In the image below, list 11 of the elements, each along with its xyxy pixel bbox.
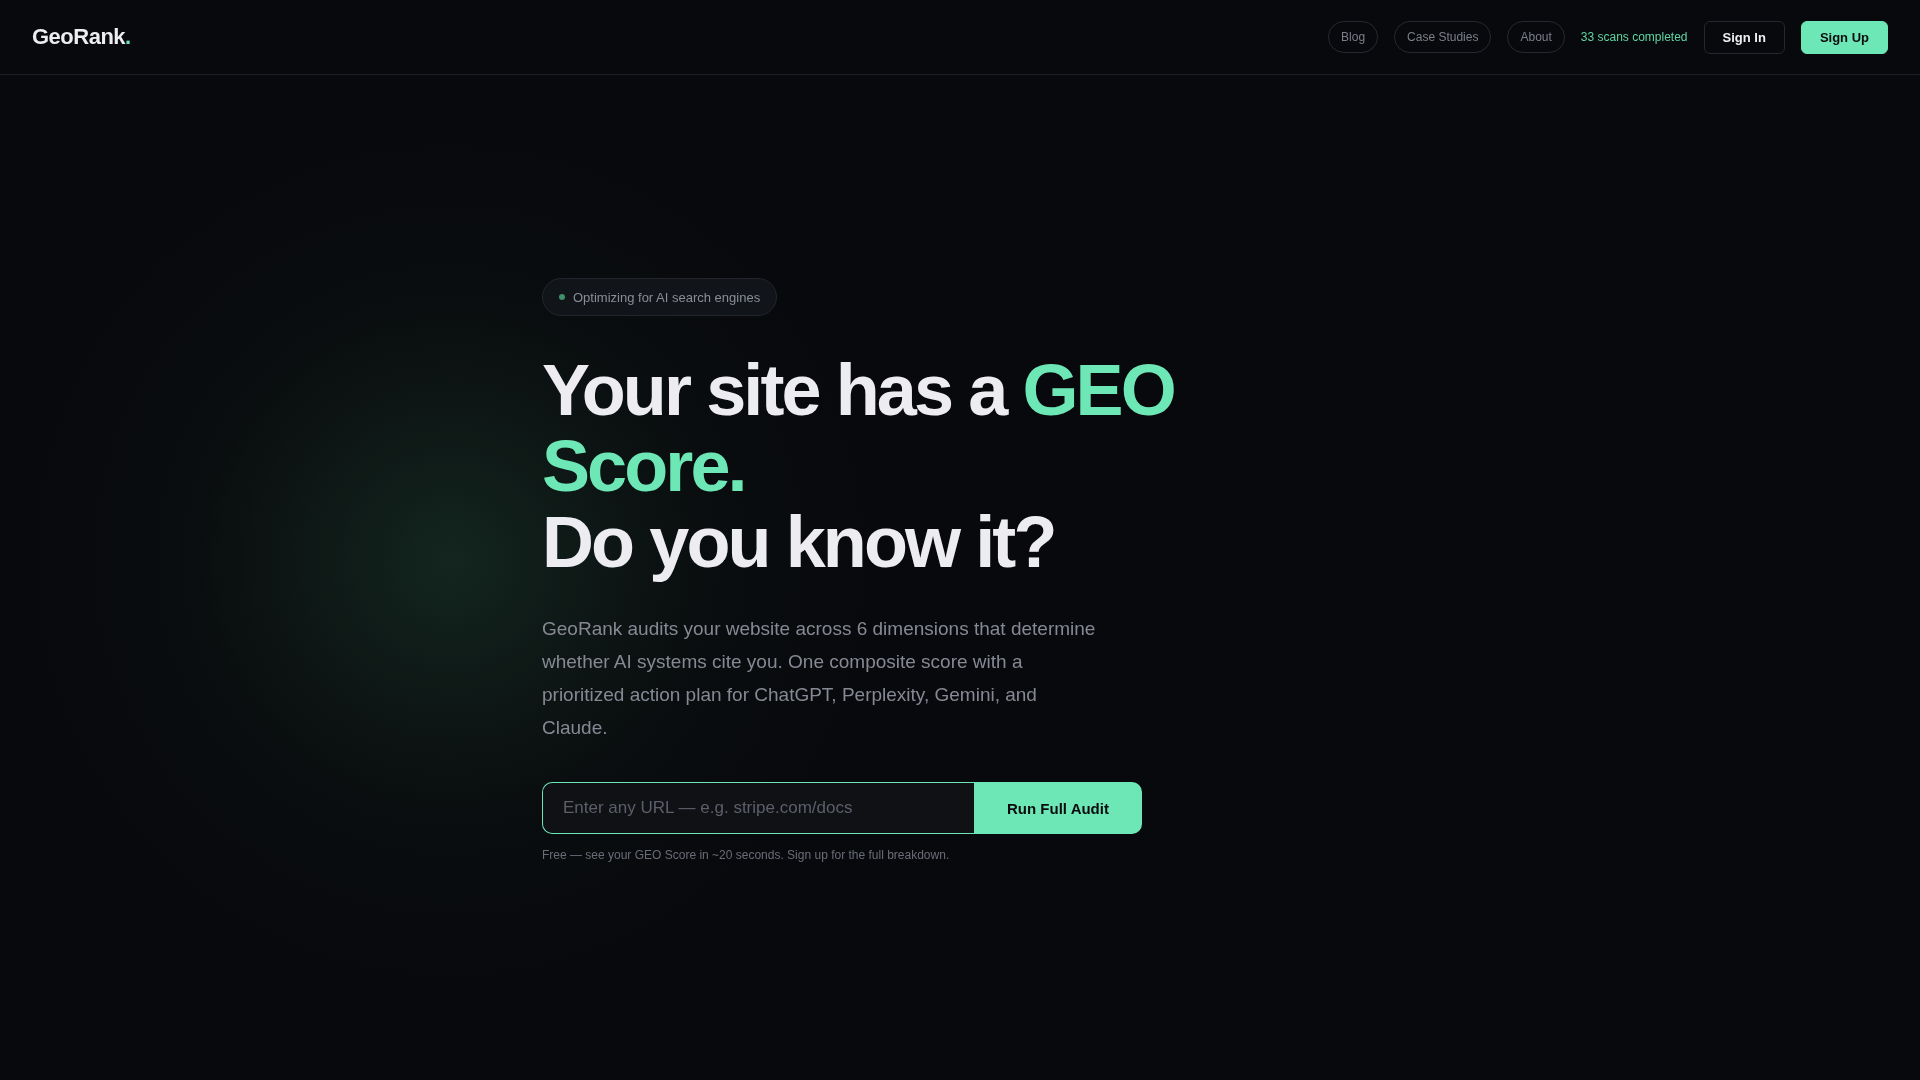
footnote: Free — see your GEO Score in ~20 seconds. Sign up for the full breakdown. xyxy=(542,848,951,862)
url-input-field[interactable]: Enter any URL — e.g. stripe.com/docs xyxy=(542,782,974,834)
status-dot xyxy=(559,294,565,300)
scan-count: 33 scans completed xyxy=(1580,30,1688,44)
headline: Your site has a GEO Score. Do you know it? xyxy=(542,352,1175,580)
description: GeoRank audits your website across 6 dimensions that determine whether AI systems cite you. One composite score with a prioritized action plan for ChatGPT, Perplexity, Gemini, and Claude. xyxy=(542,617,1097,740)
run-audit-button[interactable]: Run Full Audit xyxy=(974,782,1142,834)
badge-text: Optimizing for AI search engines xyxy=(573,289,761,305)
sign-up-button[interactable]: Sign Up xyxy=(1800,20,1888,54)
sign-in-button[interactable]: Sign In xyxy=(1703,20,1785,54)
logo[interactable]: GeoRank. xyxy=(32,24,131,50)
